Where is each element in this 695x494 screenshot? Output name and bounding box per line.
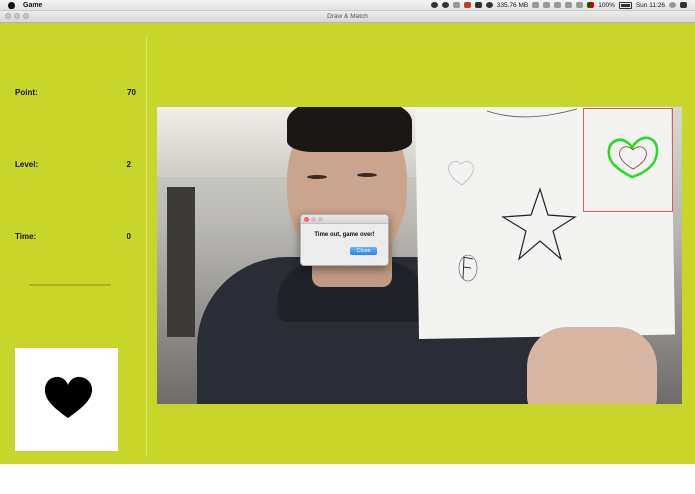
game-over-dialog: Time out, game over! Close [300,214,389,266]
evernote-icon[interactable] [441,2,449,8]
dialog-message: Time out, game over! [314,232,375,238]
close-button[interactable]: Close [350,247,377,255]
menu-clock[interactable]: Sun 11:26 [636,2,665,9]
target-shape-panel [15,348,118,451]
dialog-zoom-dot[interactable] [318,216,323,222]
status-area: 335.76 MB 100% Sun 11:26 [430,0,687,10]
memory-readout[interactable]: 335.76 MB [497,2,528,9]
dialog-minimize-dot[interactable] [311,216,316,222]
letter-sketch [462,256,474,280]
menu-bar: Game 335.76 MB 100% Sun 11:26 [0,0,695,11]
star-icon [501,187,577,261]
time-value: 0 [126,232,131,241]
point-value: 70 [127,88,136,97]
apple-menu-icon[interactable] [8,1,15,9]
dialog-close-dot[interactable] [304,216,309,222]
match-region-box [583,108,673,212]
dropbox-icon[interactable] [452,2,460,8]
bluetooth-icon[interactable] [554,2,562,8]
level-label: Level: [15,160,39,169]
volume-icon[interactable] [576,2,584,8]
dialog-title-bar[interactable] [301,215,388,224]
window-close-button[interactable] [5,13,11,19]
camera-feed [157,107,682,404]
window-bottom [0,464,695,494]
time-label: Time: [15,232,37,241]
flickr-icon[interactable] [463,2,471,8]
window-title: Draw & Match [327,13,368,20]
wifi-icon[interactable] [565,2,573,8]
app-menu-name[interactable]: Game [23,2,42,9]
memory-icon[interactable] [485,2,493,8]
timemachine-icon[interactable] [543,2,551,8]
battery-icon[interactable] [618,1,632,9]
wechat-icon[interactable] [430,2,438,8]
battery-percent[interactable]: 100% [598,2,615,9]
notification-center-icon[interactable] [680,2,687,8]
spotlight-icon[interactable] [669,2,676,8]
level-value: 2 [126,160,131,169]
airplay-icon[interactable] [532,2,540,8]
window-zoom-button[interactable] [23,13,29,19]
window-controls [5,13,29,19]
faint-heart-icon [448,161,474,186]
input-source-flag-icon[interactable] [587,2,595,8]
drive-icon[interactable] [474,2,482,8]
time-progress-bar [29,284,111,286]
panel-divider [146,36,147,456]
point-label: Point: [15,88,38,97]
heart-icon [44,376,93,418]
window-title-bar[interactable]: Draw & Match [0,11,695,23]
window-minimize-button[interactable] [14,13,20,19]
